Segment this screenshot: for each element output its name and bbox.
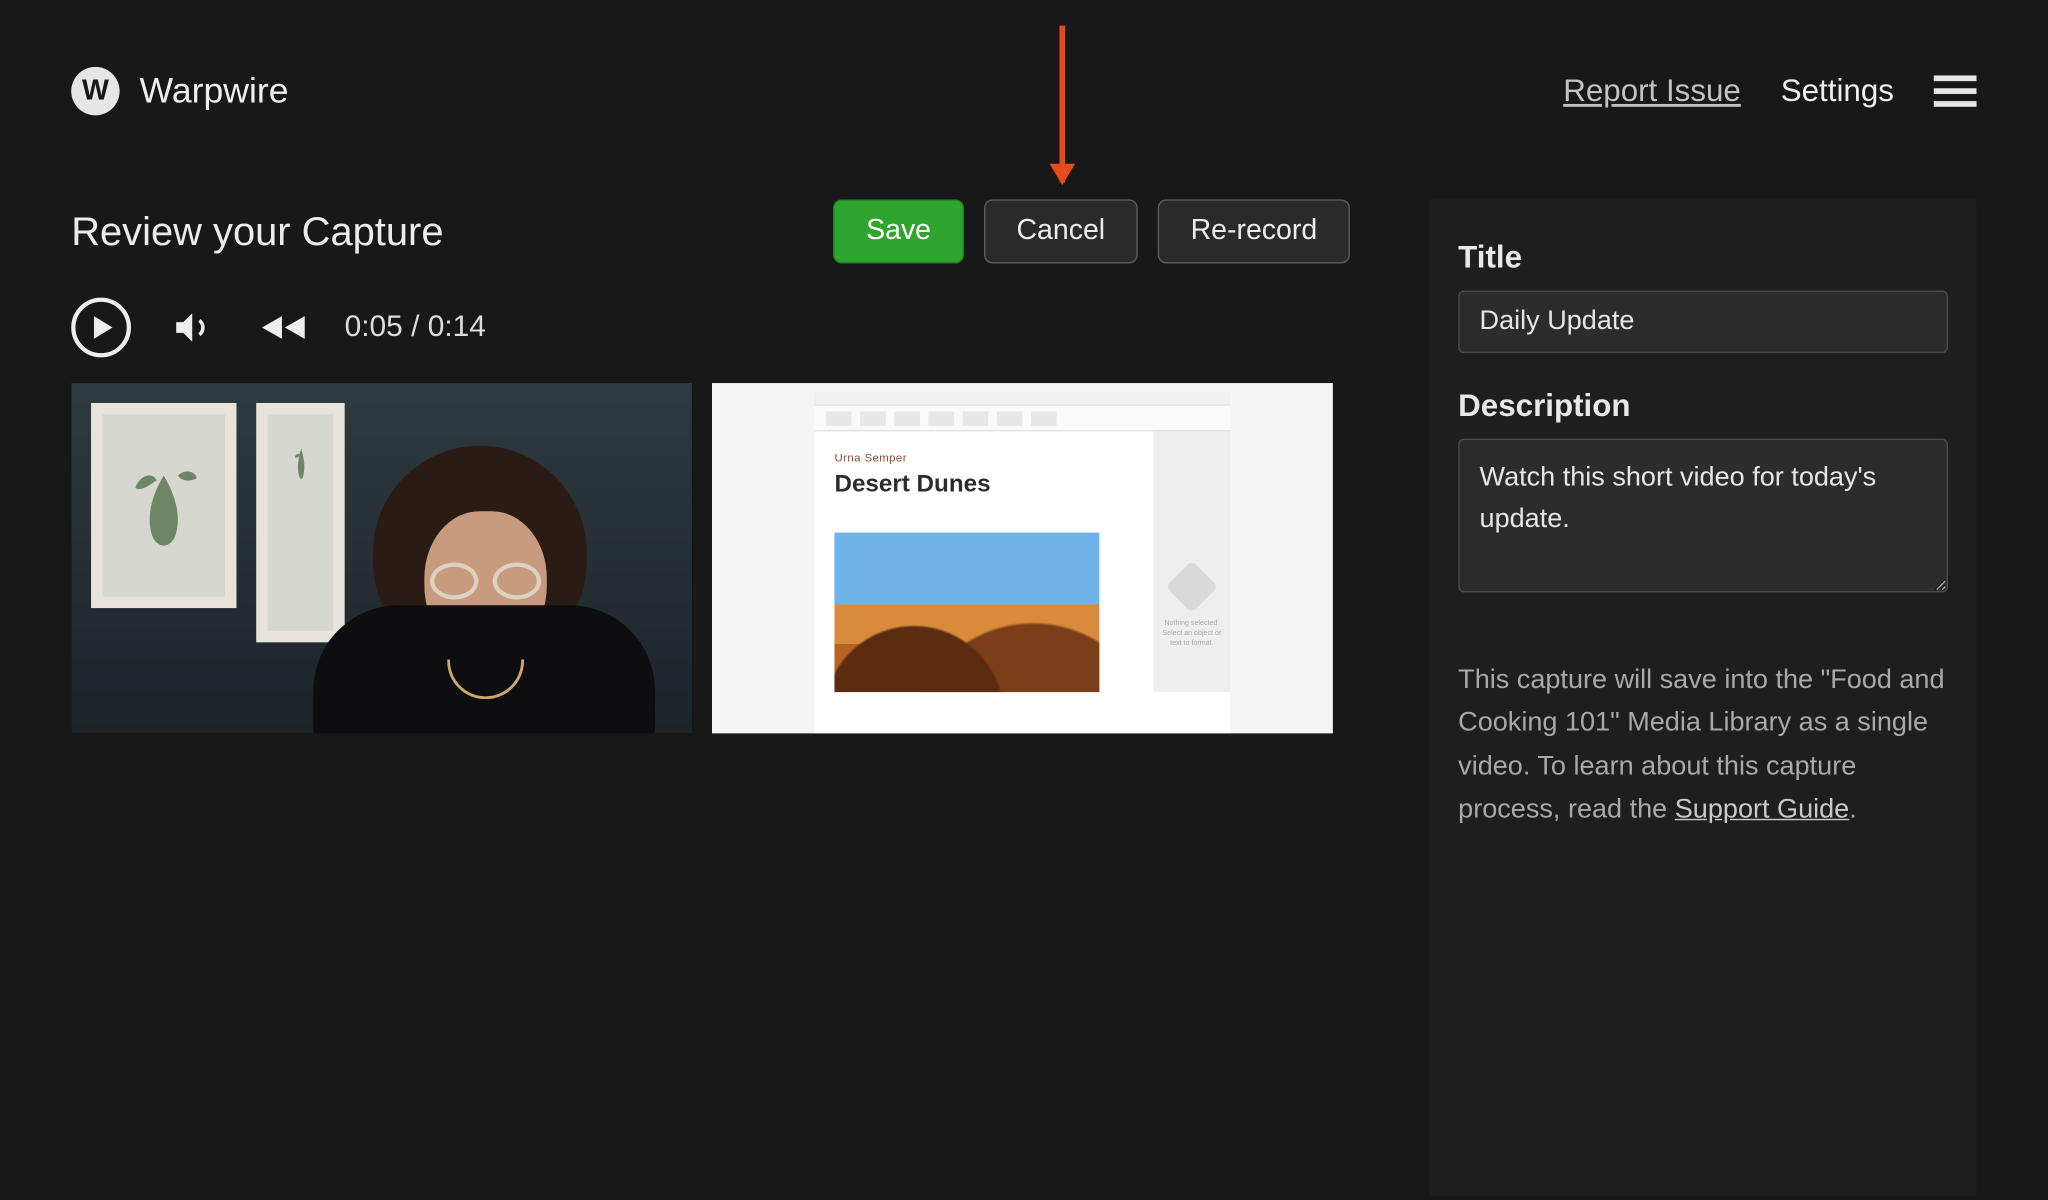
play-icon bbox=[71, 298, 131, 358]
description-input[interactable] bbox=[1458, 439, 1948, 593]
webcam-preview[interactable] bbox=[71, 383, 692, 733]
volume-button[interactable] bbox=[162, 298, 222, 358]
timecode: 0:05 / 0:14 bbox=[345, 310, 486, 344]
helper-text: This capture will save into the "Food an… bbox=[1458, 659, 1948, 832]
rerecord-button[interactable]: Re-record bbox=[1158, 199, 1350, 263]
header-links: Report Issue Settings bbox=[1563, 73, 1976, 110]
title-label: Title bbox=[1458, 239, 1948, 276]
doc-subtitle: Urna Semper bbox=[834, 451, 1133, 464]
play-button[interactable] bbox=[71, 298, 131, 358]
player-controls: 0:05 / 0:14 bbox=[71, 298, 1350, 358]
doc-side-caption: Nothing selected. Select an object or te… bbox=[1159, 619, 1225, 649]
app-header: W Warpwire Report Issue Settings bbox=[0, 0, 2048, 131]
format-brush-icon bbox=[1166, 561, 1218, 613]
helper-text-after: . bbox=[1849, 795, 1857, 825]
description-label: Description bbox=[1458, 387, 1948, 424]
support-guide-link[interactable]: Support Guide bbox=[1675, 795, 1849, 825]
annotation-arrow bbox=[1059, 26, 1065, 183]
save-button[interactable]: Save bbox=[833, 199, 963, 263]
doc-image bbox=[834, 533, 1099, 692]
page-title: Review your Capture bbox=[71, 209, 443, 255]
screenshare-preview[interactable]: Urna Semper Desert Dunes Nothing selecte… bbox=[712, 383, 1333, 733]
rewind-icon bbox=[259, 306, 307, 349]
menu-icon[interactable] bbox=[1934, 75, 1977, 106]
title-input[interactable] bbox=[1458, 290, 1948, 353]
action-buttons: Save Cancel Re-record bbox=[833, 199, 1350, 263]
settings-link[interactable]: Settings bbox=[1781, 73, 1894, 110]
details-panel: Title Description This capture will save… bbox=[1430, 199, 1977, 1196]
brand-logo-icon: W bbox=[71, 67, 119, 115]
volume-icon bbox=[171, 306, 214, 349]
report-issue-link[interactable]: Report Issue bbox=[1563, 73, 1741, 110]
rewind-button[interactable] bbox=[253, 298, 313, 358]
cancel-button[interactable]: Cancel bbox=[984, 199, 1138, 263]
preview-videos: Urna Semper Desert Dunes Nothing selecte… bbox=[71, 383, 1350, 733]
brand: W Warpwire bbox=[71, 67, 288, 115]
brand-name: Warpwire bbox=[140, 70, 289, 111]
doc-title: Desert Dunes bbox=[834, 470, 1133, 498]
